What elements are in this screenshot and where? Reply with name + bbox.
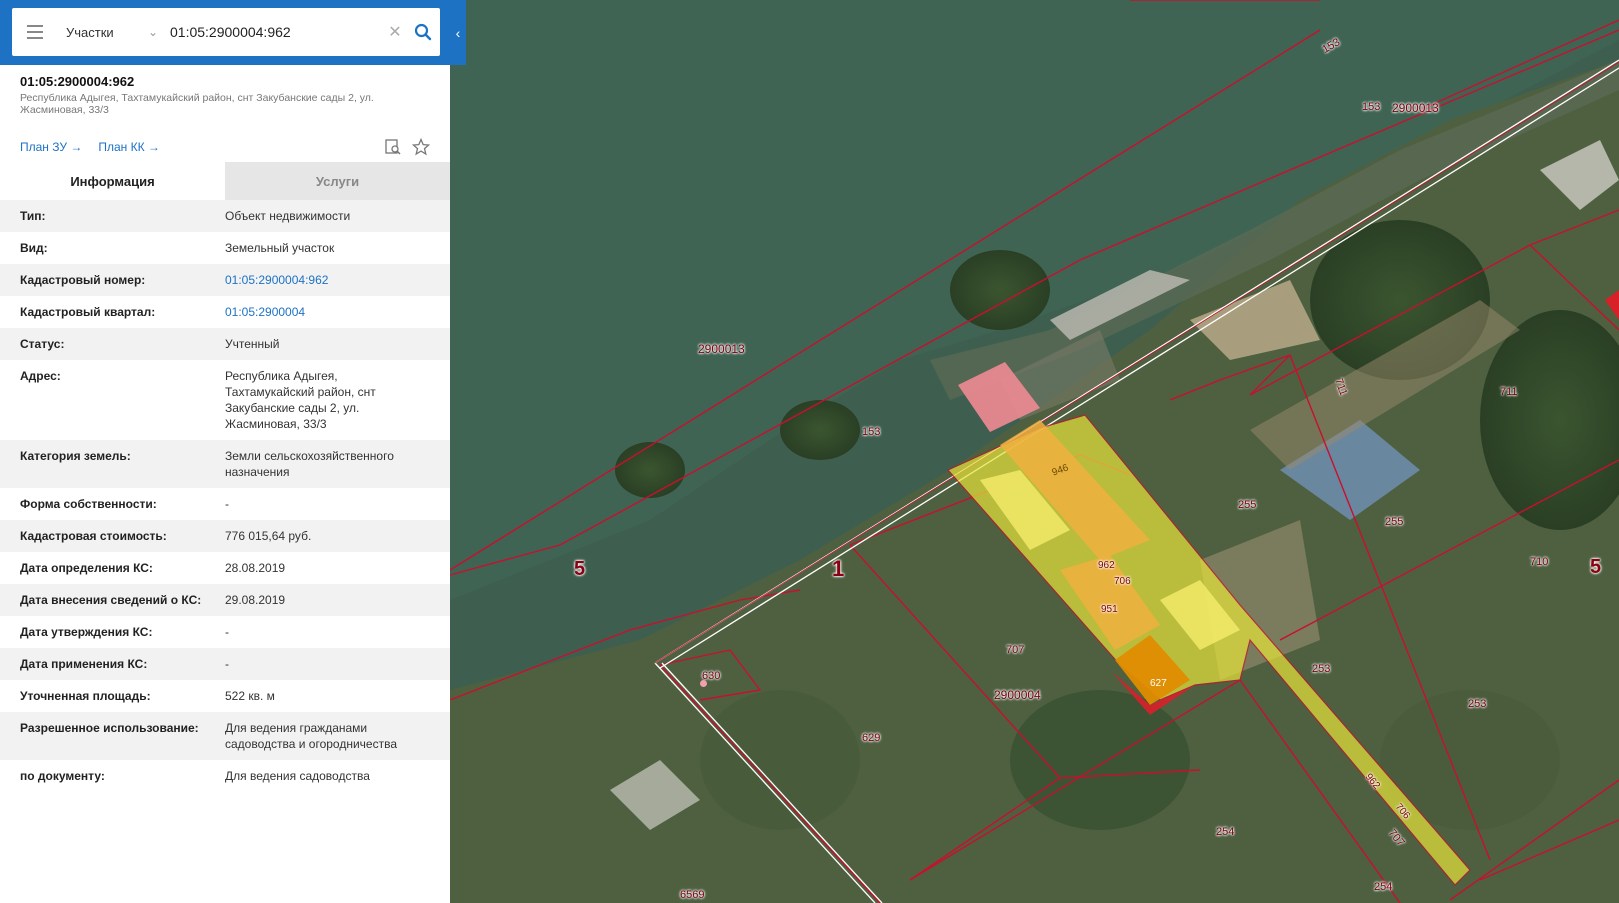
info-table: Тип: Объект недвижимости Вид: Земельный уч… xyxy=(0,200,450,792)
info-panel: 01:05:2900004:962 Республика Адыгея, Тах… xyxy=(0,0,450,903)
map-label: 710 xyxy=(1530,556,1549,568)
row-value: 776 015,64 руб. xyxy=(225,529,312,543)
row-key: Дата определения КС: xyxy=(20,561,153,575)
map-label: 629 xyxy=(862,732,881,744)
row-key: Дата внесения сведений о КС: xyxy=(20,593,202,607)
map-label: 627 xyxy=(1150,678,1167,689)
document-search-icon[interactable] xyxy=(384,138,402,156)
map-label: 2900004 xyxy=(994,688,1041,702)
map-label: 6569 xyxy=(680,889,705,901)
row-key: Кадастровая стоимость: xyxy=(20,529,167,543)
info-row: Уточненная площадь: 522 кв. м xyxy=(0,680,450,712)
row-key: Адрес: xyxy=(20,369,61,383)
map-label: 1 xyxy=(832,556,845,581)
row-key: Дата утверждения КС: xyxy=(20,625,153,639)
info-row: Форма собственности: - xyxy=(0,488,450,520)
row-value: 29.08.2019 xyxy=(225,593,286,607)
map-label: 153 xyxy=(862,426,881,438)
row-value: Объект недвижимости xyxy=(225,209,351,223)
row-value: - xyxy=(225,657,229,671)
plan-links: План ЗУ → План КК → xyxy=(20,140,160,154)
search-bar: Участки ⌄ ✕ ‹ xyxy=(0,0,466,65)
object-header: 01:05:2900004:962 Республика Адыгея, Тах… xyxy=(20,74,430,116)
map-label: 707 xyxy=(1006,644,1025,656)
row-value: Для ведения гражданами садоводства и ого… xyxy=(225,721,397,751)
plan-kk-link[interactable]: План КК → xyxy=(98,140,160,154)
map-label: 5 xyxy=(574,558,586,580)
map-label: 5 xyxy=(1590,556,1602,578)
map-label: 153 xyxy=(1362,101,1381,113)
map-label: 253 xyxy=(1312,663,1331,675)
row-value: - xyxy=(225,625,229,639)
chevron-down-icon[interactable]: ⌄ xyxy=(144,25,162,39)
info-row: Дата применения КС: - xyxy=(0,648,450,680)
info-row: по документу: Для ведения садоводства xyxy=(0,760,450,792)
row-key: Тип: xyxy=(20,209,46,223)
map-label: 962 xyxy=(1098,560,1115,571)
info-row: Дата внесения сведений о КС: 29.08.2019 xyxy=(0,584,450,616)
row-value: Учтенный xyxy=(225,337,280,351)
map-label: 254 xyxy=(1374,881,1393,893)
cadastral-quarter-link[interactable]: 01:05:2900004 xyxy=(225,304,430,320)
info-row: Тип: Объект недвижимости xyxy=(0,200,450,232)
tab-information[interactable]: Информация xyxy=(0,162,225,200)
row-key: Кадастровый номер: xyxy=(20,273,146,287)
row-key: Дата применения КС: xyxy=(20,657,148,671)
row-key: по документу: xyxy=(20,769,105,783)
map-label: 255 xyxy=(1238,499,1257,511)
row-value: 522 кв. м xyxy=(225,689,275,703)
search-input[interactable] xyxy=(162,24,384,40)
object-address: Республика Адыгея, Тахтамукайский район,… xyxy=(20,92,374,116)
map-label: 711 xyxy=(1500,386,1518,398)
row-value: Земельный участок xyxy=(225,241,335,255)
row-key: Кадастровый квартал: xyxy=(20,305,156,319)
row-key: Категория земель: xyxy=(20,449,131,463)
map-label: 706 xyxy=(1114,576,1131,587)
info-row: Кадастровый номер: 01:05:2900004:962 xyxy=(0,264,450,296)
point-marker xyxy=(700,680,707,687)
search-icon xyxy=(414,23,432,41)
info-row: Кадастровая стоимость: 776 015,64 руб. xyxy=(0,520,450,552)
info-row: Дата утверждения КС: - xyxy=(0,616,450,648)
menu-icon[interactable] xyxy=(12,8,58,56)
map-label: 2900013 xyxy=(698,342,745,356)
row-value: - xyxy=(225,497,229,511)
star-icon[interactable] xyxy=(412,138,430,156)
info-row: Категория земель: Земли сельскохозяйствен… xyxy=(0,440,450,488)
row-value: Земли сельскохозяйственного назначения xyxy=(225,449,394,479)
row-key: Разрешенное использование: xyxy=(20,721,199,735)
map-label: 255 xyxy=(1385,516,1404,528)
search-button[interactable] xyxy=(406,8,440,56)
info-row: Дата определения КС: 28.08.2019 xyxy=(0,552,450,584)
info-row: Кадастровый квартал: 01:05:2900004 xyxy=(0,296,450,328)
map-label: 253 xyxy=(1468,698,1487,710)
object-title: 01:05:2900004:962 xyxy=(20,74,135,89)
info-row: Разрешенное использование: Для ведения гр… xyxy=(0,712,450,760)
tab-services[interactable]: Услуги xyxy=(225,162,450,200)
header-actions xyxy=(384,138,430,156)
cadastral-number-link[interactable]: 01:05:2900004:962 xyxy=(225,272,430,288)
panel-tabs: Информация Услуги xyxy=(0,162,450,200)
clear-icon[interactable]: ✕ xyxy=(384,22,406,42)
info-row: Адрес: Республика Адыгея, Тахтамукайский … xyxy=(0,360,450,440)
info-row: Статус: Учтенный xyxy=(0,328,450,360)
row-value: Для ведения садоводства xyxy=(225,769,370,783)
map-label: 254 xyxy=(1216,826,1235,838)
search-type-selector[interactable]: Участки xyxy=(58,25,144,40)
search-box: Участки ⌄ ✕ xyxy=(12,8,440,56)
map-label: 2900013 xyxy=(1392,101,1439,115)
info-row: Вид: Земельный участок xyxy=(0,232,450,264)
row-key: Статус: xyxy=(20,337,65,351)
row-value: 28.08.2019 xyxy=(225,561,286,575)
row-key: Уточненная площадь: xyxy=(20,689,151,703)
row-key: Форма собственности: xyxy=(20,497,157,511)
collapse-panel-button[interactable]: ‹ xyxy=(450,0,466,65)
row-value: Республика Адыгея, Тахтамукайский район,… xyxy=(225,369,376,431)
map-label: 951 xyxy=(1101,604,1118,615)
row-key: Вид: xyxy=(20,241,48,255)
plan-zu-link[interactable]: План ЗУ → xyxy=(20,140,82,154)
